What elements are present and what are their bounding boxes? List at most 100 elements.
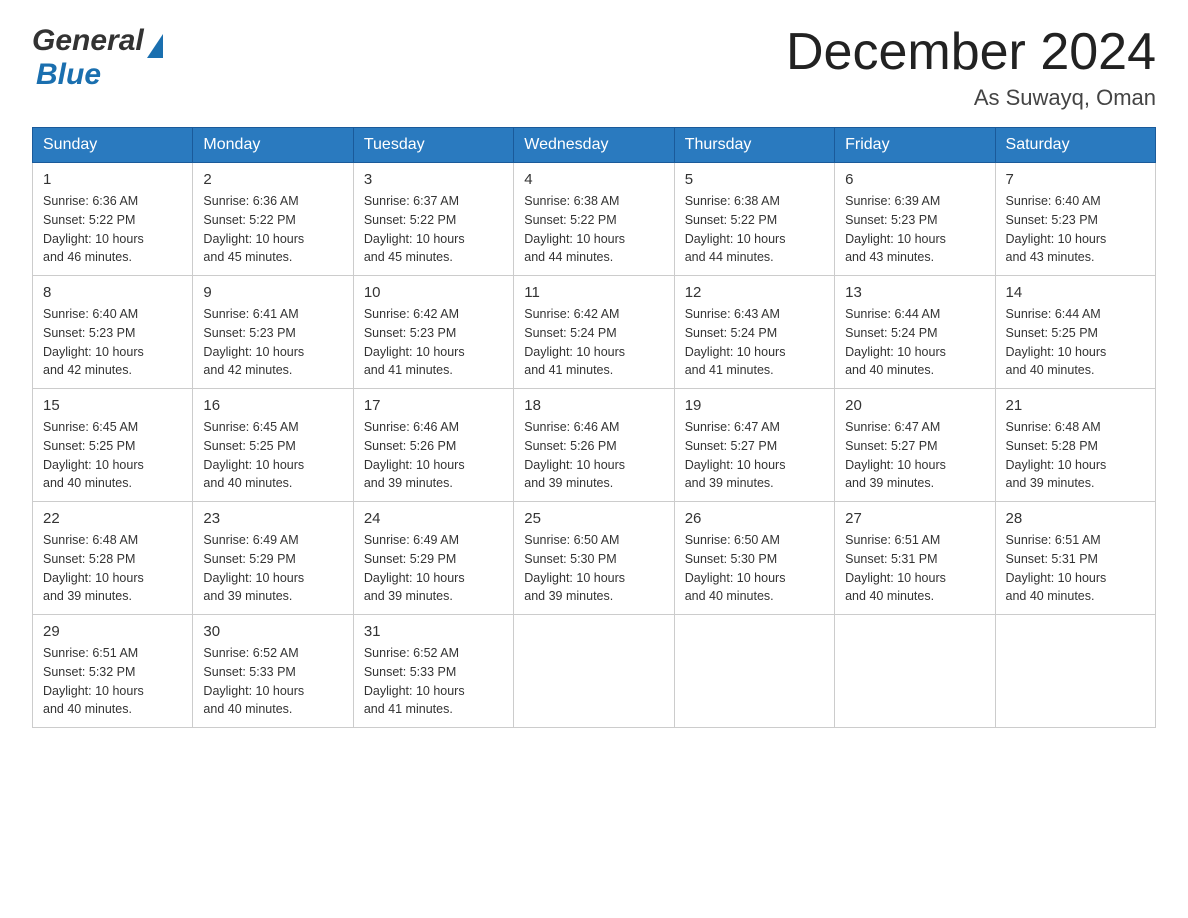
day-number: 22 [43, 510, 182, 527]
day-info: Sunrise: 6:45 AMSunset: 5:25 PMDaylight:… [43, 418, 182, 493]
day-info: Sunrise: 6:50 AMSunset: 5:30 PMDaylight:… [524, 531, 663, 606]
table-row: 21 Sunrise: 6:48 AMSunset: 5:28 PMDaylig… [995, 389, 1155, 502]
day-number: 13 [845, 284, 984, 301]
day-info: Sunrise: 6:51 AMSunset: 5:32 PMDaylight:… [43, 644, 182, 719]
table-row: 2 Sunrise: 6:36 AMSunset: 5:22 PMDayligh… [193, 163, 353, 276]
day-info: Sunrise: 6:46 AMSunset: 5:26 PMDaylight:… [524, 418, 663, 493]
calendar-week-row: 22 Sunrise: 6:48 AMSunset: 5:28 PMDaylig… [33, 502, 1156, 615]
day-info: Sunrise: 6:40 AMSunset: 5:23 PMDaylight:… [1006, 192, 1145, 267]
day-number: 27 [845, 510, 984, 527]
day-info: Sunrise: 6:44 AMSunset: 5:24 PMDaylight:… [845, 305, 984, 380]
day-info: Sunrise: 6:38 AMSunset: 5:22 PMDaylight:… [685, 192, 824, 267]
day-info: Sunrise: 6:52 AMSunset: 5:33 PMDaylight:… [203, 644, 342, 719]
table-row: 1 Sunrise: 6:36 AMSunset: 5:22 PMDayligh… [33, 163, 193, 276]
col-header-sunday: Sunday [33, 128, 193, 163]
table-row: 10 Sunrise: 6:42 AMSunset: 5:23 PMDaylig… [353, 276, 513, 389]
day-info: Sunrise: 6:40 AMSunset: 5:23 PMDaylight:… [43, 305, 182, 380]
day-number: 19 [685, 397, 824, 414]
day-info: Sunrise: 6:43 AMSunset: 5:24 PMDaylight:… [685, 305, 824, 380]
day-info: Sunrise: 6:48 AMSunset: 5:28 PMDaylight:… [1006, 418, 1145, 493]
logo-general-text: General [32, 24, 144, 58]
day-number: 15 [43, 397, 182, 414]
day-info: Sunrise: 6:47 AMSunset: 5:27 PMDaylight:… [845, 418, 984, 493]
table-row [835, 615, 995, 728]
calendar-table: Sunday Monday Tuesday Wednesday Thursday… [32, 127, 1156, 728]
calendar-header-row: Sunday Monday Tuesday Wednesday Thursday… [33, 128, 1156, 163]
day-number: 29 [43, 623, 182, 640]
col-header-monday: Monday [193, 128, 353, 163]
day-number: 5 [685, 171, 824, 188]
day-info: Sunrise: 6:51 AMSunset: 5:31 PMDaylight:… [845, 531, 984, 606]
table-row: 30 Sunrise: 6:52 AMSunset: 5:33 PMDaylig… [193, 615, 353, 728]
table-row: 16 Sunrise: 6:45 AMSunset: 5:25 PMDaylig… [193, 389, 353, 502]
table-row: 11 Sunrise: 6:42 AMSunset: 5:24 PMDaylig… [514, 276, 674, 389]
day-info: Sunrise: 6:45 AMSunset: 5:25 PMDaylight:… [203, 418, 342, 493]
table-row: 12 Sunrise: 6:43 AMSunset: 5:24 PMDaylig… [674, 276, 834, 389]
day-number: 1 [43, 171, 182, 188]
table-row: 15 Sunrise: 6:45 AMSunset: 5:25 PMDaylig… [33, 389, 193, 502]
day-number: 14 [1006, 284, 1145, 301]
table-row: 28 Sunrise: 6:51 AMSunset: 5:31 PMDaylig… [995, 502, 1155, 615]
table-row: 29 Sunrise: 6:51 AMSunset: 5:32 PMDaylig… [33, 615, 193, 728]
table-row: 25 Sunrise: 6:50 AMSunset: 5:30 PMDaylig… [514, 502, 674, 615]
day-info: Sunrise: 6:49 AMSunset: 5:29 PMDaylight:… [364, 531, 503, 606]
day-info: Sunrise: 6:47 AMSunset: 5:27 PMDaylight:… [685, 418, 824, 493]
day-info: Sunrise: 6:38 AMSunset: 5:22 PMDaylight:… [524, 192, 663, 267]
table-row: 13 Sunrise: 6:44 AMSunset: 5:24 PMDaylig… [835, 276, 995, 389]
day-info: Sunrise: 6:50 AMSunset: 5:30 PMDaylight:… [685, 531, 824, 606]
day-info: Sunrise: 6:41 AMSunset: 5:23 PMDaylight:… [203, 305, 342, 380]
col-header-thursday: Thursday [674, 128, 834, 163]
day-number: 16 [203, 397, 342, 414]
calendar-week-row: 29 Sunrise: 6:51 AMSunset: 5:32 PMDaylig… [33, 615, 1156, 728]
calendar-week-row: 8 Sunrise: 6:40 AMSunset: 5:23 PMDayligh… [33, 276, 1156, 389]
table-row: 5 Sunrise: 6:38 AMSunset: 5:22 PMDayligh… [674, 163, 834, 276]
calendar-title: December 2024 [786, 24, 1156, 81]
table-row: 7 Sunrise: 6:40 AMSunset: 5:23 PMDayligh… [995, 163, 1155, 276]
table-row: 17 Sunrise: 6:46 AMSunset: 5:26 PMDaylig… [353, 389, 513, 502]
day-number: 11 [524, 284, 663, 301]
day-info: Sunrise: 6:37 AMSunset: 5:22 PMDaylight:… [364, 192, 503, 267]
day-info: Sunrise: 6:36 AMSunset: 5:22 PMDaylight:… [43, 192, 182, 267]
table-row: 19 Sunrise: 6:47 AMSunset: 5:27 PMDaylig… [674, 389, 834, 502]
day-number: 6 [845, 171, 984, 188]
day-number: 28 [1006, 510, 1145, 527]
day-info: Sunrise: 6:49 AMSunset: 5:29 PMDaylight:… [203, 531, 342, 606]
day-number: 8 [43, 284, 182, 301]
day-info: Sunrise: 6:46 AMSunset: 5:26 PMDaylight:… [364, 418, 503, 493]
day-number: 25 [524, 510, 663, 527]
table-row: 26 Sunrise: 6:50 AMSunset: 5:30 PMDaylig… [674, 502, 834, 615]
day-number: 31 [364, 623, 503, 640]
table-row: 4 Sunrise: 6:38 AMSunset: 5:22 PMDayligh… [514, 163, 674, 276]
day-number: 3 [364, 171, 503, 188]
day-info: Sunrise: 6:42 AMSunset: 5:24 PMDaylight:… [524, 305, 663, 380]
day-number: 2 [203, 171, 342, 188]
table-row: 18 Sunrise: 6:46 AMSunset: 5:26 PMDaylig… [514, 389, 674, 502]
day-info: Sunrise: 6:48 AMSunset: 5:28 PMDaylight:… [43, 531, 182, 606]
day-number: 9 [203, 284, 342, 301]
day-number: 17 [364, 397, 503, 414]
table-row: 23 Sunrise: 6:49 AMSunset: 5:29 PMDaylig… [193, 502, 353, 615]
day-number: 21 [1006, 397, 1145, 414]
col-header-friday: Friday [835, 128, 995, 163]
day-number: 23 [203, 510, 342, 527]
table-row: 27 Sunrise: 6:51 AMSunset: 5:31 PMDaylig… [835, 502, 995, 615]
table-row: 22 Sunrise: 6:48 AMSunset: 5:28 PMDaylig… [33, 502, 193, 615]
col-header-tuesday: Tuesday [353, 128, 513, 163]
table-row: 14 Sunrise: 6:44 AMSunset: 5:25 PMDaylig… [995, 276, 1155, 389]
day-info: Sunrise: 6:36 AMSunset: 5:22 PMDaylight:… [203, 192, 342, 267]
day-number: 18 [524, 397, 663, 414]
day-info: Sunrise: 6:39 AMSunset: 5:23 PMDaylight:… [845, 192, 984, 267]
table-row [674, 615, 834, 728]
logo: General Blue [32, 24, 163, 92]
day-number: 24 [364, 510, 503, 527]
day-number: 12 [685, 284, 824, 301]
table-row: 24 Sunrise: 6:49 AMSunset: 5:29 PMDaylig… [353, 502, 513, 615]
table-row: 31 Sunrise: 6:52 AMSunset: 5:33 PMDaylig… [353, 615, 513, 728]
table-row [514, 615, 674, 728]
logo-blue-text: Blue [36, 58, 101, 92]
logo-triangle-icon [147, 34, 163, 58]
table-row [995, 615, 1155, 728]
calendar-subtitle: As Suwayq, Oman [786, 85, 1156, 111]
day-number: 7 [1006, 171, 1145, 188]
calendar-week-row: 1 Sunrise: 6:36 AMSunset: 5:22 PMDayligh… [33, 163, 1156, 276]
